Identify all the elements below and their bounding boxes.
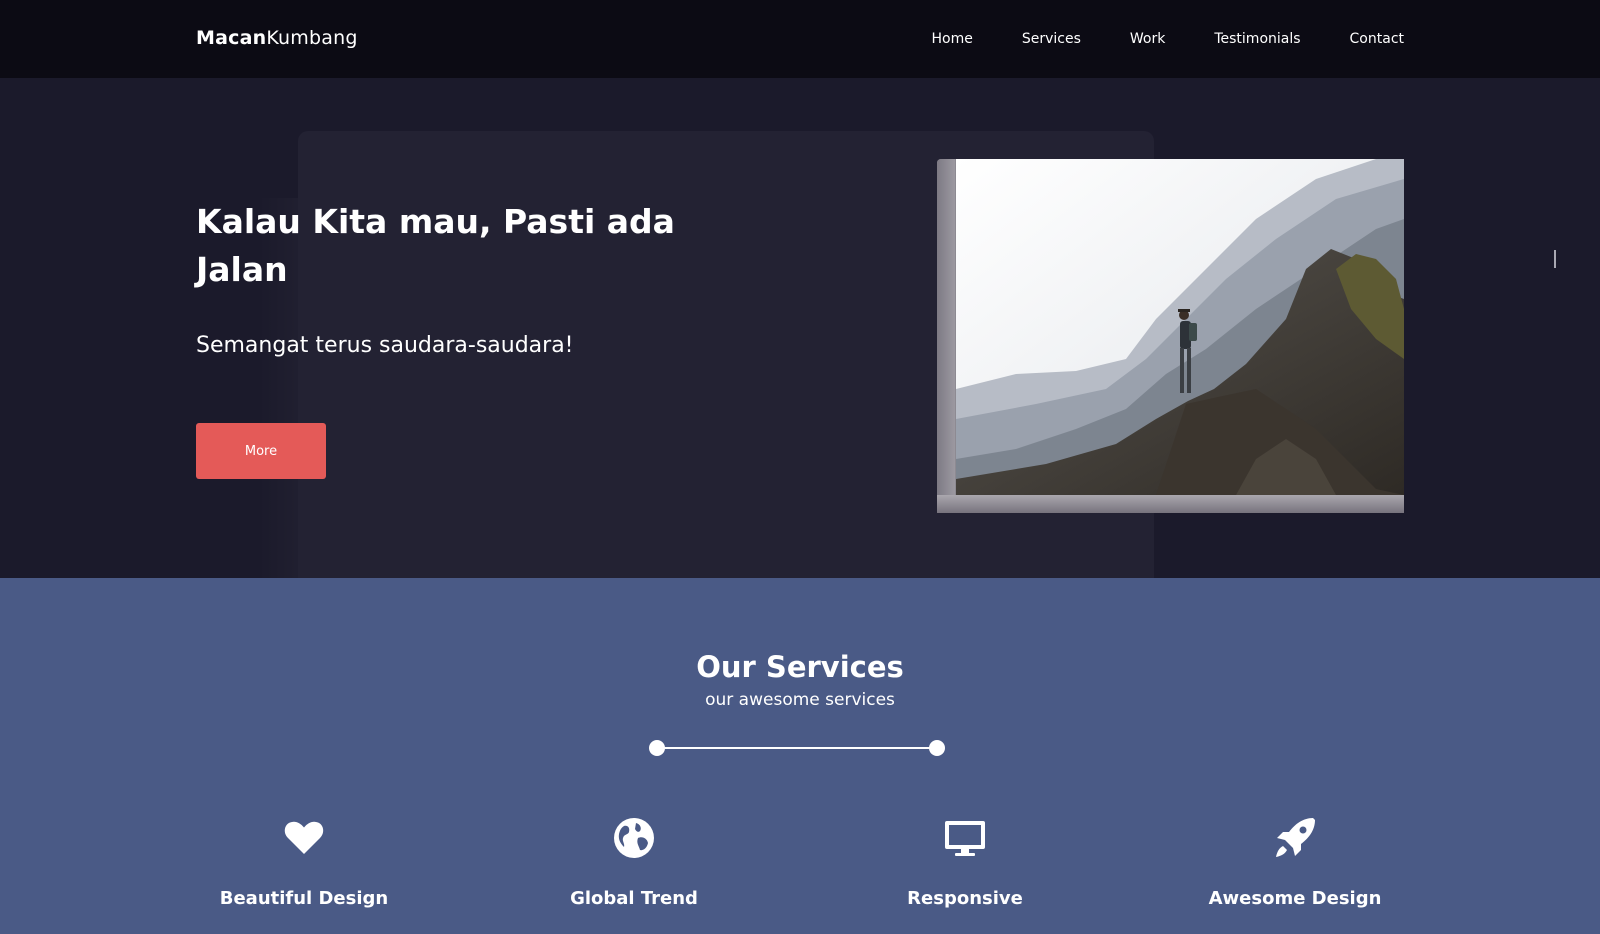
service-label: Responsive [907,888,1023,909]
hero-subtitle: Semangat terus saudara-saudara! [196,333,574,358]
brand-bold: Macan [196,27,267,49]
section-divider [649,740,945,756]
divider-line [657,747,937,749]
hero-title: Kalau Kita mau, Pasti ada Jalan [196,202,675,289]
hero-image [956,159,1404,495]
brand-logo[interactable]: MacanKumbang [196,27,358,49]
top-navbar: MacanKumbang Home Services Work Testimon… [0,0,1600,78]
nav-testimonials[interactable]: Testimonials [1214,31,1300,47]
divider-dot-left [649,740,665,756]
service-global-trend: Global Trend [509,816,759,909]
service-label: Awesome Design [1208,888,1382,909]
service-responsive: Responsive [840,816,1090,909]
services-title: Our Services [696,650,904,684]
service-beautiful-design: Beautiful Design [179,816,429,909]
nav-work[interactable]: Work [1130,31,1165,47]
scroll-indicator [1554,250,1556,268]
services-subtitle: our awesome services [705,690,895,710]
main-nav: Home Services Work Testimonials Contact [932,31,1405,47]
nav-contact[interactable]: Contact [1350,31,1404,47]
service-label: Global Trend [570,888,698,909]
heart-icon [284,821,324,854]
divider-dot-right [929,740,945,756]
globe-icon [614,818,654,858]
service-awesome-design: Awesome Design [1170,816,1420,909]
services-section: Our Services our awesome services Beauti… [0,578,1600,934]
more-button[interactable]: More [196,423,326,479]
service-label: Beautiful Design [219,888,389,909]
nav-home[interactable]: Home [932,31,973,47]
hero-section: Kalau Kita mau, Pasti ada Jalan Semangat… [0,78,1600,578]
nav-services[interactable]: Services [1022,31,1081,47]
mountain-hiker-illustration [956,159,1404,495]
brand-rest: Kumbang [266,27,358,49]
rocket-icon [1276,818,1315,857]
monitor-icon [945,821,985,856]
